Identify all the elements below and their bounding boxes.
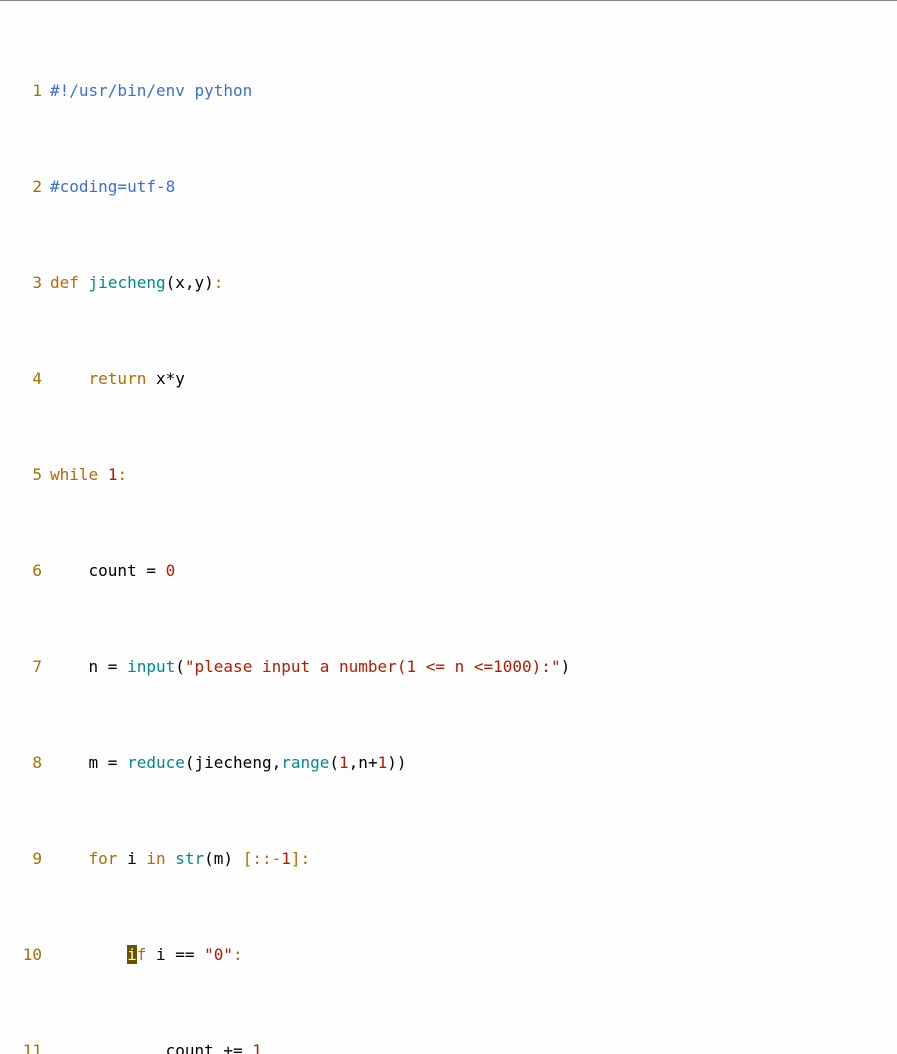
code-content[interactable]: m = reduce(jiecheng,range(1,n+1)) xyxy=(50,751,897,775)
line-number: 7 xyxy=(0,655,50,679)
line-number: 10 xyxy=(0,943,50,967)
code-content[interactable]: count += 1 xyxy=(50,1039,897,1054)
expr: i == xyxy=(146,945,204,964)
expr: (m) xyxy=(204,849,243,868)
editor-window: File Edit View Search Terminal Help 1 #!… xyxy=(0,0,897,527)
builtin: range xyxy=(281,753,329,772)
code-line: 5 while 1: xyxy=(0,463,897,487)
builtin: reduce xyxy=(127,753,185,772)
var: n xyxy=(89,657,108,676)
kw-def: def xyxy=(50,273,79,292)
literal: 0 xyxy=(156,561,175,580)
builtin: input xyxy=(127,657,175,676)
line-number: 3 xyxy=(0,271,50,295)
string: "0" xyxy=(204,945,233,964)
code-content[interactable]: return x*y xyxy=(50,367,897,391)
kw-return: return xyxy=(89,369,147,388)
bracket: [::- xyxy=(243,849,282,868)
line-number: 9 xyxy=(0,847,50,871)
editor-area[interactable]: 1 #!/usr/bin/env python 2 #coding=utf-8 … xyxy=(0,0,897,1054)
line-number: 6 xyxy=(0,559,50,583)
var: count xyxy=(89,561,147,580)
op: = xyxy=(108,753,118,772)
literal: 1 xyxy=(108,465,118,484)
kw-while: while xyxy=(50,465,98,484)
fn-name: jiecheng xyxy=(89,273,166,292)
code-content[interactable]: for i in str(m) [::-1]: xyxy=(50,847,897,871)
code-content[interactable]: while 1: xyxy=(50,463,897,487)
colon: : xyxy=(117,465,127,484)
kw-for: for xyxy=(89,849,118,868)
fn-ref: jiecheng xyxy=(195,753,272,772)
kw-if: f xyxy=(137,945,147,964)
paren: ) xyxy=(561,657,571,676)
line-number: 1 xyxy=(0,79,50,103)
kw-in: in xyxy=(146,849,165,868)
expr: x*y xyxy=(146,369,185,388)
literal: 1 xyxy=(339,753,349,772)
code-line: 6 count = 0 xyxy=(0,559,897,583)
bracket: ] xyxy=(291,849,301,868)
code-content[interactable]: def jiecheng(x,y): xyxy=(50,271,897,295)
line-number: 8 xyxy=(0,751,50,775)
shebang: #!/usr/bin/env python xyxy=(50,81,252,100)
code-line: 1 #!/usr/bin/env python xyxy=(0,79,897,103)
comma: , xyxy=(272,753,282,772)
code-line: 8 m = reduce(jiecheng,range(1,n+1)) xyxy=(0,751,897,775)
literal: 1 xyxy=(252,1041,262,1054)
line-number: 2 xyxy=(0,175,50,199)
paren: ( xyxy=(329,753,339,772)
cursor: i xyxy=(127,945,137,964)
colon: : xyxy=(233,945,243,964)
line-number: 4 xyxy=(0,367,50,391)
code-line: 3 def jiecheng(x,y): xyxy=(0,271,897,295)
builtin: str xyxy=(175,849,204,868)
coding-comment: #coding=utf-8 xyxy=(50,177,175,196)
colon: : xyxy=(301,849,311,868)
code-content[interactable]: if i == "0": xyxy=(50,943,897,967)
code-content[interactable]: n = input("please input a number(1 <= n … xyxy=(50,655,897,679)
code-line: 9 for i in str(m) [::-1]: xyxy=(0,847,897,871)
code-content[interactable]: #coding=utf-8 xyxy=(50,175,897,199)
string: "please input a number(1 <= n <=1000):" xyxy=(185,657,561,676)
expr: count += xyxy=(166,1041,253,1054)
params: (x,y) xyxy=(166,273,214,292)
var: m xyxy=(89,753,108,772)
code-content[interactable]: #!/usr/bin/env python xyxy=(50,79,897,103)
expr: ,n+ xyxy=(349,753,378,772)
paren: )) xyxy=(387,753,406,772)
code-line: 4 return x*y xyxy=(0,367,897,391)
colon: : xyxy=(214,273,224,292)
paren: ( xyxy=(185,753,195,772)
paren: ( xyxy=(175,657,185,676)
code-line: 2 #coding=utf-8 xyxy=(0,175,897,199)
literal: 1 xyxy=(378,753,388,772)
op: = xyxy=(108,657,118,676)
op: = xyxy=(146,561,156,580)
line-number: 5 xyxy=(0,463,50,487)
code-line: 11 count += 1 xyxy=(0,1039,897,1054)
literal: 1 xyxy=(281,849,291,868)
line-number: 11 xyxy=(0,1039,50,1054)
code-line: 7 n = input("please input a number(1 <= … xyxy=(0,655,897,679)
code-line: 10 if i == "0": xyxy=(0,943,897,967)
code-content[interactable]: count = 0 xyxy=(50,559,897,583)
var: i xyxy=(117,849,146,868)
